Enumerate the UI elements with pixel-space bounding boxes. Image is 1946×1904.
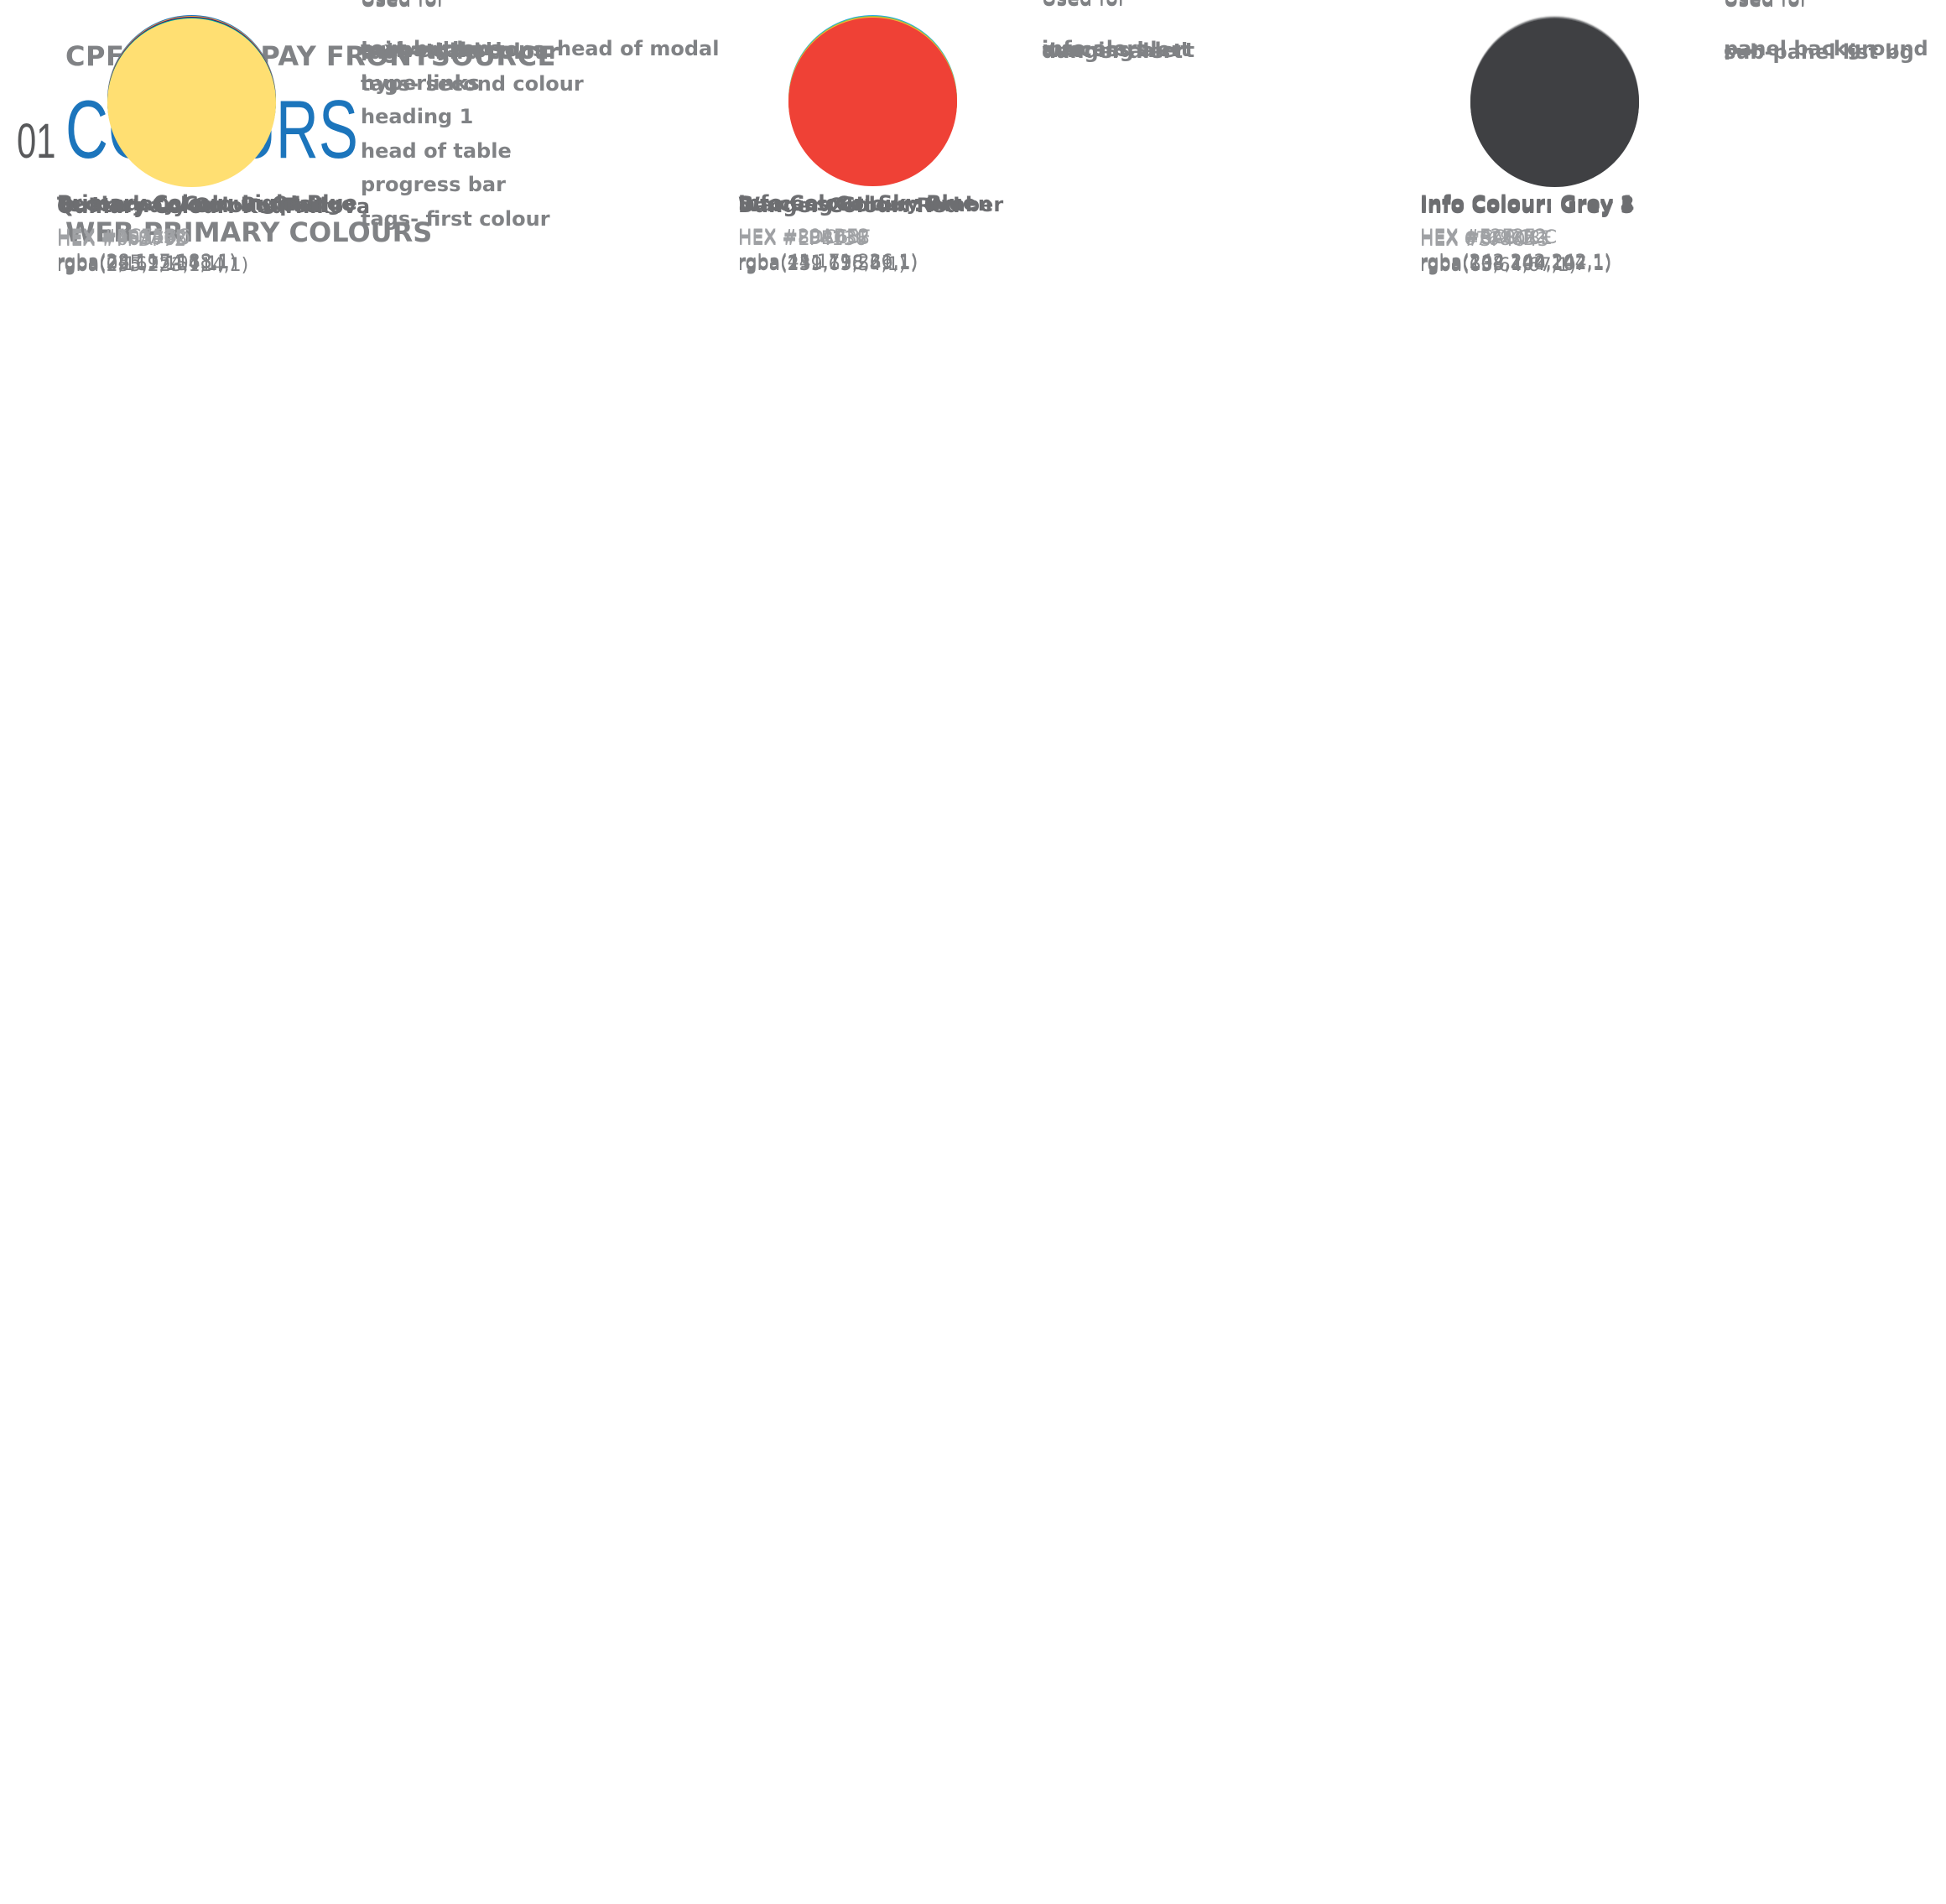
used-for-list: tags- third colour: [361, 35, 559, 70]
colour-rgba: rgba(63,64,67,1): [1420, 255, 1577, 276]
used-for-item: tags- third colour: [361, 40, 559, 64]
colour-name: Quinary Colour: Kournikova: [57, 195, 371, 218]
colour-name: Info Colour: Grey 5: [1420, 195, 1635, 218]
colour-hex: HEX #EF4136: [738, 229, 867, 250]
section-number: 01: [17, 114, 56, 169]
colour-swatch-circle: [107, 18, 276, 187]
colour-rgba: rgba(239,65,54,1): [738, 254, 907, 275]
used-for-item: sub-panel list bg: [1724, 40, 1914, 64]
colour-hex: HEX #3F4043: [1420, 230, 1549, 251]
colour-rgba: rgba(255,223,114,1): [57, 255, 249, 276]
colour-entry: Quinary Colour: Kournikova HEX #FFDF72 rgb…: [57, 0, 711, 289]
used-for-label: Used for: [1042, 0, 1126, 11]
used-for-label: Used for: [361, 0, 445, 12]
colour-entry: Danger Colour: Red HEX #EF4136 rgba(239,65…: [738, 0, 1392, 288]
colour-name: Danger Colour: Red: [738, 194, 960, 217]
colour-hex: HEX #FFDF72: [57, 230, 186, 251]
colour-entry: Info Colour: Grey 5 HEX #3F4043 rgba(63,64…: [1420, 0, 1946, 289]
used-for-label: Used for: [1724, 0, 1808, 12]
colour-swatch-circle: [1470, 18, 1639, 187]
used-for-item: danger alert: [1042, 39, 1184, 63]
colour-swatch-circle: [788, 18, 957, 186]
used-for-list: sub-panel list bg: [1724, 35, 1914, 70]
used-for-list: danger alert: [1042, 34, 1183, 69]
